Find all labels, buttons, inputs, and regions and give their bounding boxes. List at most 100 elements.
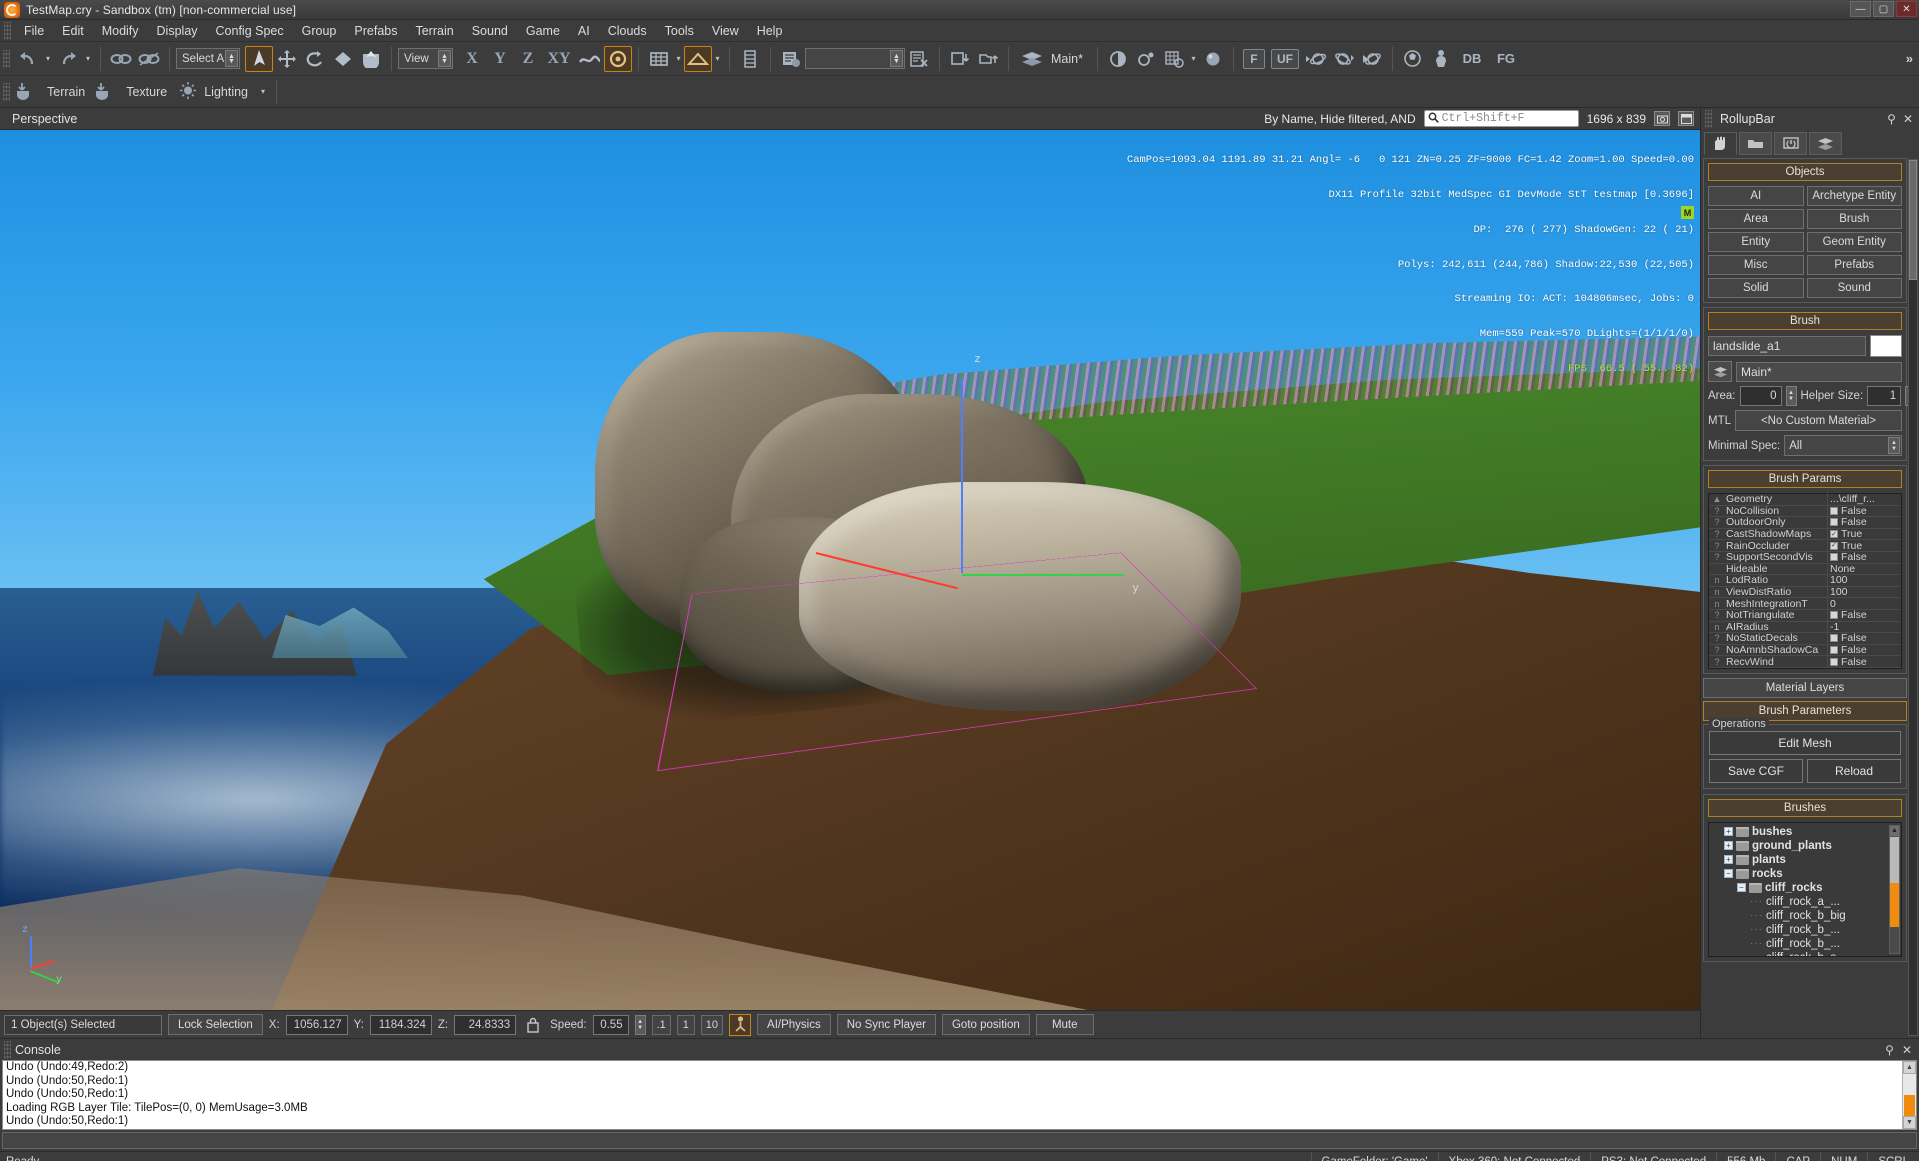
rollup-tab-display[interactable] [1774,132,1807,155]
game-mode-icon[interactable] [1399,46,1427,72]
ai-generate-icon[interactable] [1132,46,1160,72]
object-type-solid[interactable]: Solid [1708,278,1804,298]
minimize-button[interactable]: — [1850,1,1871,17]
ai-dropdown-icon[interactable]: ▾ [1188,46,1199,72]
reset-physics-state-icon[interactable] [974,46,1002,72]
assign-material-icon[interactable] [905,46,933,72]
tree-expander-icon[interactable]: − [1724,869,1733,879]
edit-mesh-button[interactable]: Edit Mesh [1709,730,1901,755]
physics-person-icon[interactable] [729,1013,752,1036]
console-command-input[interactable] [2,1132,1917,1149]
console-close-icon[interactable]: ✕ [1902,1043,1912,1057]
menu-item-file[interactable]: File [15,21,53,41]
material-combo-spinner[interactable]: ▲ ▼ [890,50,903,67]
console-scroll-down-icon[interactable]: ▼ [1903,1116,1916,1129]
unfreeze-button[interactable]: UF [1268,46,1302,72]
menu-item-help[interactable]: Help [748,21,792,41]
constrain-z-button[interactable]: Z [514,46,542,72]
property-row[interactable]: n ViewDistRatio 100 [1709,586,1901,599]
tree-node[interactable]: + plants [1711,853,1887,867]
tree-expander-icon[interactable]: + [1724,827,1733,837]
tree-expander-icon[interactable]: + [1724,841,1733,851]
select-tool-icon[interactable] [245,45,273,72]
lighting-edit-button[interactable]: Lighting [175,78,256,106]
x-coord-field[interactable]: 1056.127 [285,1014,348,1035]
mtl-value-button[interactable]: <No Custom Material> [1735,410,1902,431]
property-value-cell[interactable]: 100 [1827,574,1901,587]
tree-expander-icon[interactable]: − [1737,883,1746,893]
tree-node[interactable]: + bushes [1711,825,1887,839]
snap-to-angle-icon[interactable] [684,45,712,72]
property-value-cell[interactable]: False [1827,504,1901,517]
reload-entities-icon[interactable] [1330,46,1358,72]
area-spinner[interactable]: ▲ ▼ [1785,386,1797,406]
property-value-cell[interactable]: False [1827,632,1901,645]
menu-item-game[interactable]: Game [517,21,569,41]
tree-node[interactable]: − cliff_rocks [1711,881,1887,895]
property-checkbox[interactable]: ✓ [1830,541,1838,550]
maximize-button[interactable]: ▢ [1873,1,1894,17]
rotate-tool-icon[interactable] [301,46,329,72]
property-row[interactable]: n MeshIntegrationT 0 [1709,597,1901,610]
viewport-3d-scene[interactable]: z y CamPos=1093.04 1191.89 31.21 Angl= -… [0,130,1700,1010]
tree-node[interactable]: − rocks [1711,867,1887,881]
constrain-xy-button[interactable]: XY [542,46,576,72]
area-value-field[interactable]: 0 [1739,386,1782,406]
property-row[interactable]: n LodRatio 100 [1709,574,1901,587]
selection-mask-combo[interactable]: Select All ▲ ▼ [176,48,240,69]
tree-node[interactable]: ··· cliff_rock_a_... [1711,895,1887,909]
redo-dropdown-icon[interactable]: ▾ [82,46,94,72]
object-type-geom-entity[interactable]: Geom Entity [1806,232,1902,252]
layers-list-icon[interactable] [736,46,764,72]
gizmo-axis-y[interactable] [962,574,1124,577]
material-editor-icon[interactable] [777,46,805,72]
property-row[interactable]: Hideable None [1709,562,1901,576]
constrain-y-button[interactable]: Y [486,46,514,72]
get-physics-state-icon[interactable] [946,46,974,72]
brushes-scroll-thumb[interactable] [1890,836,1899,883]
object-type-ai[interactable]: AI [1708,186,1804,206]
property-row[interactable]: ? OutdoorOnly False [1709,516,1901,529]
scale-tool-icon[interactable] [329,46,357,72]
menu-item-modify[interactable]: Modify [93,21,148,41]
speed-spinner[interactable]: ▲ ▼ [634,1014,646,1035]
link-icon[interactable] [107,46,135,72]
reference-coord-combo[interactable]: View ▲ ▼ [398,48,453,69]
reload-all-icon[interactable] [1358,46,1386,72]
mute-button[interactable]: Mute [1035,1014,1094,1035]
property-value-cell[interactable]: False [1827,516,1901,529]
property-checkbox[interactable] [1830,553,1838,562]
menu-item-terrain[interactable]: Terrain [406,21,462,41]
property-row[interactable]: ▲ Geometry ...\cliff_r... [1709,493,1901,506]
flowgraph-button[interactable]: FG [1489,46,1523,72]
undo-dropdown-icon[interactable]: ▾ [42,46,54,72]
tree-node[interactable]: ··· cliff_rock_b_... [1711,923,1887,937]
minimal-spec-select[interactable]: All ▲ ▼ [1784,435,1902,456]
snap-to-grid-icon[interactable] [645,46,673,72]
property-checkbox[interactable] [1830,611,1838,620]
current-layer-label[interactable]: Main* [1049,45,1091,73]
reload-button[interactable]: Reload [1807,758,1901,783]
tree-node[interactable]: ···cliff_rock_b_s... [1711,951,1887,956]
search-input[interactable]: Ctrl+Shift+F [1423,110,1579,127]
select-terrain-icon[interactable] [357,46,385,72]
material-combo[interactable]: ▲ ▼ [805,48,905,69]
property-value-cell[interactable]: False [1827,644,1901,657]
property-value-cell[interactable]: ✓ True [1827,539,1901,552]
toolbar-grip-icon[interactable] [3,49,10,68]
ai-debug-icon[interactable] [1160,46,1188,72]
property-row[interactable]: ? NoStaticDecals False [1709,632,1901,645]
property-row[interactable]: ? NotTriangulate False [1709,609,1901,622]
console-grip-icon[interactable] [4,1040,11,1059]
brush-params-header[interactable]: Brush Params [1708,470,1902,488]
object-type-misc[interactable]: Misc [1708,255,1804,275]
save-cgf-button[interactable]: Save CGF [1709,758,1803,783]
menu-item-sound[interactable]: Sound [463,21,517,41]
property-row[interactable]: ? CastShadowMaps ✓ True [1709,528,1901,541]
property-value-cell[interactable]: ✓ True [1827,528,1901,541]
helper-size-field[interactable]: 1 [1867,386,1902,406]
material-layers-section-button[interactable]: Material Layers [1703,677,1907,698]
brush-layer-field[interactable]: Main* [1736,361,1902,382]
property-checkbox[interactable] [1830,506,1838,515]
tree-node[interactable]: ··· cliff_rock_b_big [1711,909,1887,923]
